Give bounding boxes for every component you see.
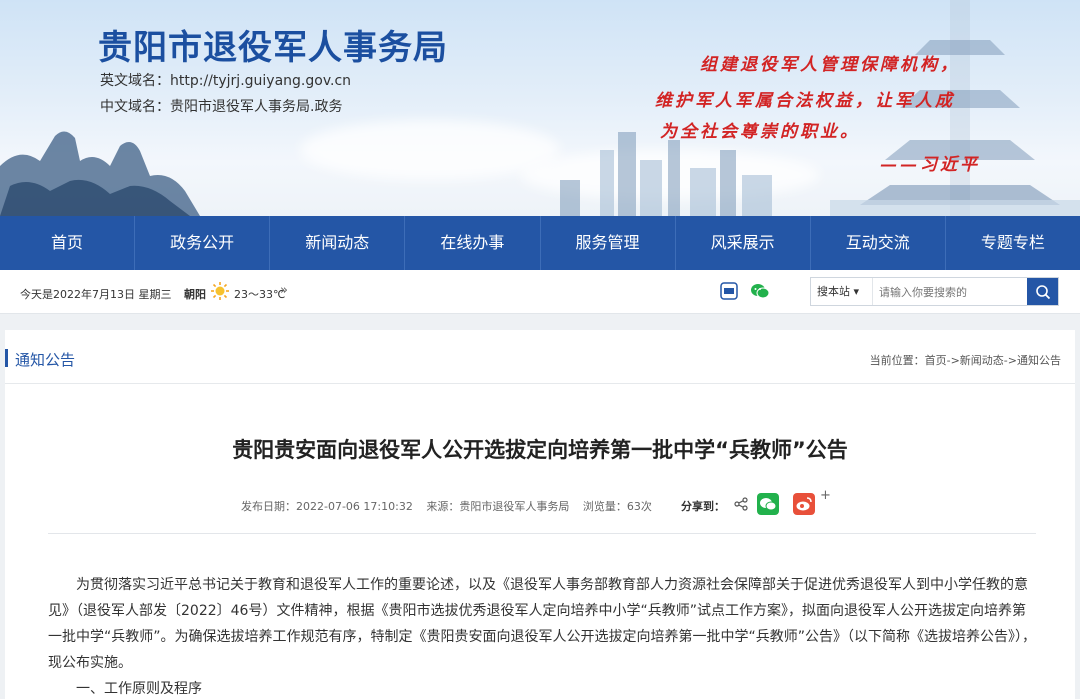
domain-en: 英文域名：http://tyjrj.guiyang.gov.cn (100, 73, 352, 89)
share-label: 分享到： (681, 500, 725, 513)
quote-line-3: 为全社会尊崇的职业。 (660, 122, 860, 142)
city-building (720, 150, 736, 216)
article-heading: 一、工作原则及程序 (76, 681, 202, 697)
article-source: 来源：贵阳市退役军人事务局 (426, 500, 570, 513)
current-date: 今天是2022年7月13日 星期三 (20, 288, 172, 301)
section-header: 通知公告 当前位置：首页->新闻动态->通知公告 (5, 330, 1075, 384)
city-building (640, 160, 662, 216)
site-title[interactable]: 贵阳市退役军人事务局 (98, 20, 448, 69)
sun-icon (211, 282, 229, 300)
main-nav: 首页 政务公开 新闻动态 在线办事 服务管理 风采展示 互动交流 专题专栏 (0, 216, 1080, 270)
quote-author: ——习近平 (880, 155, 980, 175)
city-building (690, 168, 716, 216)
search-button[interactable] (1027, 278, 1058, 305)
quote-line-1: 组建退役军人管理保障机构， (700, 55, 960, 75)
section-accent-bar (5, 349, 8, 367)
header-banner: 贵阳市退役军人事务局 英文域名：http://tyjrj.guiyang.gov… (0, 0, 1080, 216)
share-wechat-button[interactable] (757, 493, 779, 515)
weather-temperature: 23～33℃ (234, 288, 286, 301)
domain-cn: 中文域名：贵阳市退役军人事务局.政务 (100, 99, 343, 115)
quote-line-2: 维护军人军属合法权益，让军人成 (655, 91, 955, 111)
city-building (668, 140, 680, 216)
article-meta: 发布日期：2022-07-06 17:10:32 来源：贵阳市退役军人事务局 浏… (241, 498, 662, 514)
city-building (618, 132, 636, 216)
nav-item-online-services[interactable]: 在线办事 (405, 216, 541, 270)
share-icon[interactable] (734, 497, 748, 511)
nav-item-special-topics[interactable]: 专题专栏 (946, 216, 1080, 270)
nav-item-service-management[interactable]: 服务管理 (541, 216, 676, 270)
article-body: 为贯彻落实习近平总书记关于教育和退役军人工作的重要论述，以及《退役军人事务部教育… (48, 572, 1038, 699)
city-building (742, 175, 772, 216)
nav-item-government-affairs[interactable]: 政务公开 (135, 216, 271, 270)
weather-more-link[interactable]: » (280, 283, 288, 298)
section-title[interactable]: 通知公告 (15, 349, 75, 370)
search-scope-select[interactable]: 搜本站 ▾ (811, 278, 873, 305)
mobile-app-icon[interactable] (720, 282, 738, 300)
view-count: 浏览量：63次 (582, 500, 652, 513)
article-title: 贵阳贵安面向退役军人公开选拔定向培养第一批中学“兵教师”公告 (232, 438, 848, 462)
search-input[interactable] (879, 282, 1027, 302)
info-bar: 今天是2022年7月13日 星期三 朝阳 23～33℃ » 搜本站 ▾ (0, 270, 1080, 314)
city-building (560, 180, 580, 216)
weibo-icon (796, 497, 812, 511)
breadcrumb[interactable]: 当前位置：首页->新闻动态->通知公告 (870, 352, 1061, 368)
article-paragraph: 为贯彻落实习近平总书记关于教育和退役军人工作的重要论述，以及《退役军人事务部教育… (48, 577, 1037, 671)
city-building (600, 150, 614, 216)
wechat-icon (760, 498, 777, 511)
nav-item-home[interactable]: 首页 (0, 216, 136, 270)
divider (48, 533, 1036, 534)
share-more-button[interactable]: + (820, 488, 831, 503)
publish-date: 发布日期：2022-07-06 17:10:32 (241, 500, 413, 513)
nav-item-news[interactable]: 新闻动态 (270, 216, 406, 270)
nav-item-showcase[interactable]: 风采展示 (676, 216, 811, 270)
search-box: 搜本站 ▾ (810, 277, 1059, 306)
search-icon (1035, 284, 1050, 299)
content-panel: 通知公告 当前位置：首页->新闻动态->通知公告 贵阳贵安面向退役军人公开选拔定… (5, 330, 1075, 699)
share-weibo-button[interactable] (793, 493, 815, 515)
nav-item-interaction[interactable]: 互动交流 (811, 216, 946, 270)
weather-city: 朝阳 (184, 288, 206, 301)
soldiers-silhouette (0, 131, 200, 216)
wechat-icon[interactable] (750, 282, 770, 300)
